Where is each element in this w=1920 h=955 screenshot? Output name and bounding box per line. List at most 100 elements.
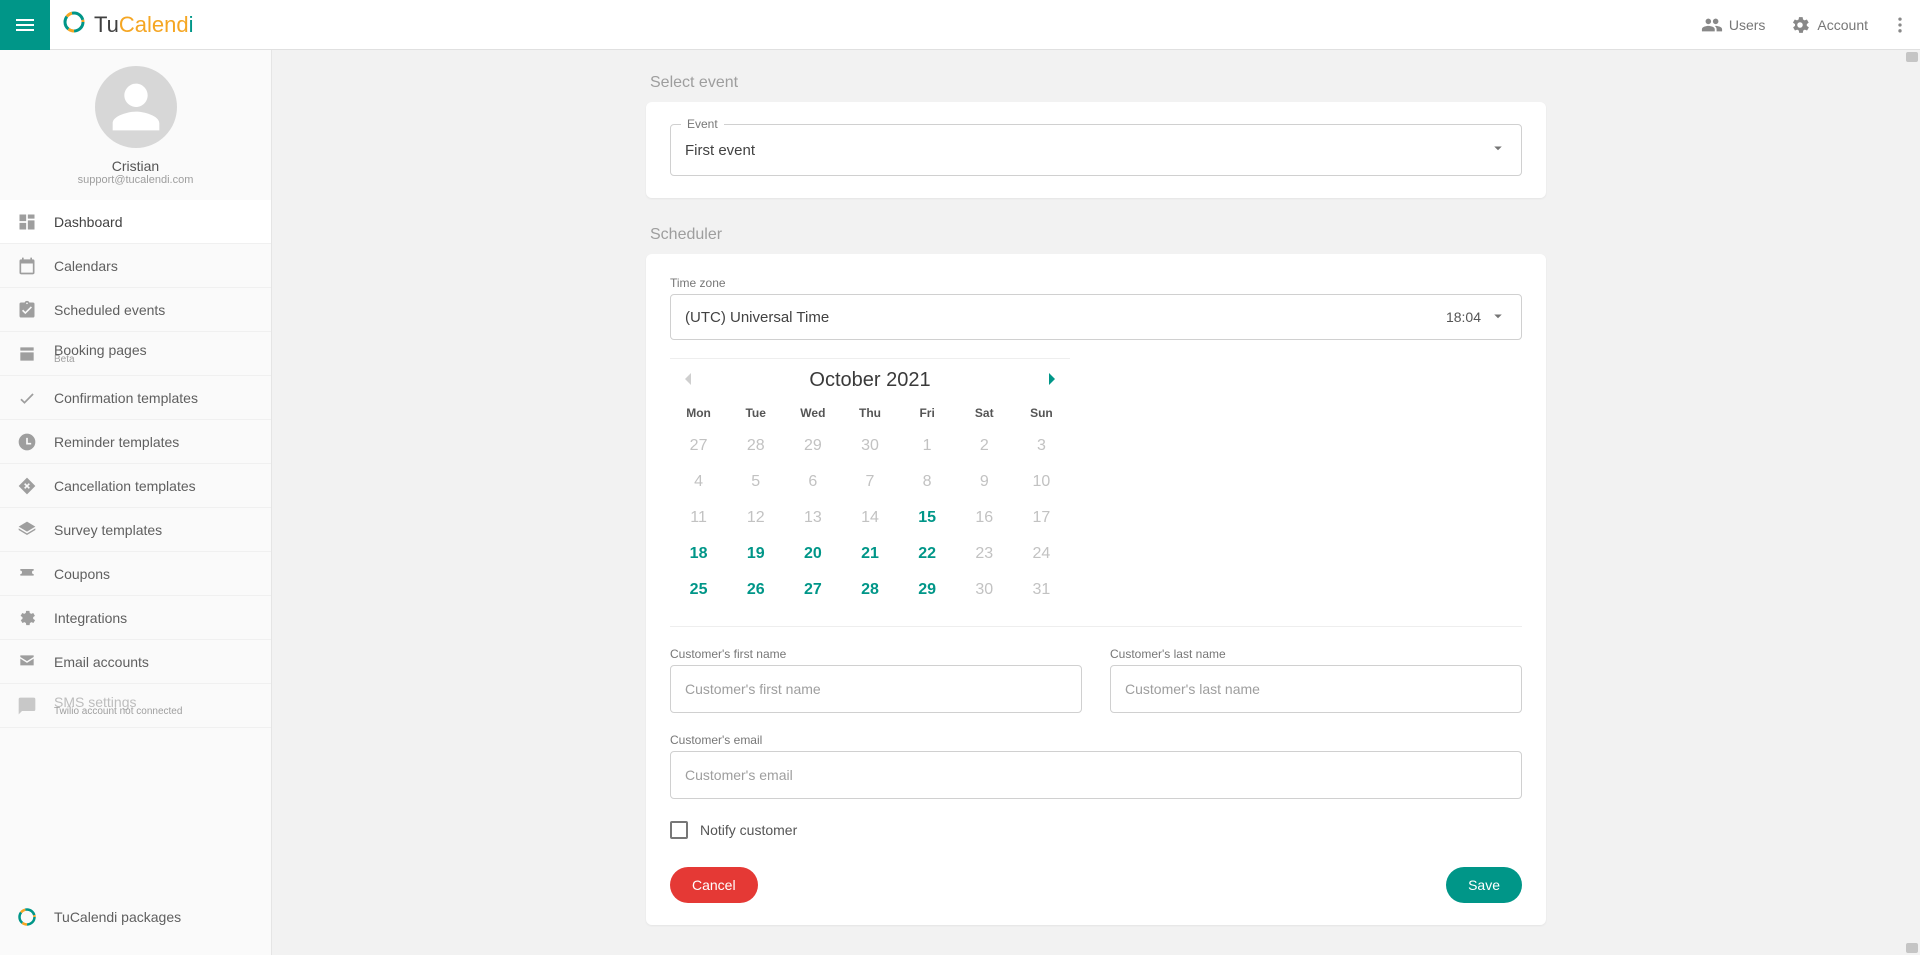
notify-customer-checkbox[interactable]: Notify customer — [670, 821, 1522, 839]
brand-logo-icon — [62, 10, 86, 40]
calendar-dow: Wed — [784, 398, 841, 428]
sidebar-item-survey-templates[interactable]: Survey templates — [0, 508, 271, 552]
calendar-day: 8 — [899, 464, 956, 500]
calendar-day: 5 — [727, 464, 784, 500]
mail-icon — [16, 652, 38, 672]
scroll-up-icon — [1906, 52, 1918, 62]
sidebar-item-label: Cancellation templates — [54, 478, 196, 494]
calendar-month-title: October 2021 — [809, 369, 930, 392]
sidebar-item-dashboard[interactable]: Dashboard — [0, 200, 271, 244]
scrollbar[interactable] — [1904, 50, 1920, 955]
calendar-header: October 2021 — [670, 358, 1070, 398]
scroll-down-icon — [1906, 943, 1918, 953]
profile-name: Cristian — [112, 158, 159, 174]
hamburger-menu-button[interactable] — [0, 0, 50, 50]
first-name-input[interactable] — [670, 665, 1082, 713]
event-select-value: First event — [685, 142, 1489, 159]
sidebar-item-label: Survey templates — [54, 522, 162, 538]
package-icon — [16, 907, 38, 927]
select-event-title: Select event — [646, 74, 1546, 92]
calendar-next-month[interactable] — [1034, 361, 1070, 397]
chevron-down-icon — [1489, 307, 1507, 328]
sidebar-item-sublabel: Beta — [54, 354, 147, 365]
calendar-day[interactable]: 26 — [727, 572, 784, 608]
sidebar-item-email-accounts[interactable]: Email accounts — [0, 640, 271, 684]
clock-icon — [16, 432, 38, 452]
calendar-day[interactable]: 19 — [727, 536, 784, 572]
last-name-label: Customer's last name — [1110, 647, 1522, 661]
timezone-value: (UTC) Universal Time — [685, 309, 1446, 326]
sidebar-item-scheduled-events[interactable]: Scheduled events — [0, 288, 271, 332]
avatar — [95, 66, 177, 148]
calendar-day[interactable]: 29 — [899, 572, 956, 608]
page-icon — [16, 344, 38, 364]
notify-customer-label: Notify customer — [700, 822, 797, 838]
sidebar-item-integrations[interactable]: Integrations — [0, 596, 271, 640]
account-button[interactable]: Account — [1777, 0, 1880, 50]
calendar-day: 28 — [727, 428, 784, 464]
calendar-dow: Thu — [841, 398, 898, 428]
last-name-input[interactable] — [1110, 665, 1522, 713]
checklist-icon — [16, 300, 38, 320]
calendar-day: 23 — [956, 536, 1013, 572]
sidebar-item-reminder-templates[interactable]: Reminder templates — [0, 420, 271, 464]
chevron-left-icon — [676, 367, 700, 391]
calendar-day[interactable]: 21 — [841, 536, 898, 572]
calendar-day: 2 — [956, 428, 1013, 464]
profile-email: support@tucalendi.com — [78, 174, 194, 186]
calendar-day[interactable]: 25 — [670, 572, 727, 608]
sidebar-item-label: Coupons — [54, 566, 110, 582]
ticket-icon — [16, 564, 38, 584]
calendar-day[interactable]: 27 — [784, 572, 841, 608]
sidebar-item-label: Scheduled events — [54, 302, 165, 318]
sidebar-item-label: Dashboard — [54, 214, 123, 230]
sidebar-item-label: Reminder templates — [54, 434, 179, 450]
brand: TuCalendi — [50, 10, 193, 40]
calendar-day[interactable]: 28 — [841, 572, 898, 608]
sidebar-item-confirmation-templates[interactable]: Confirmation templates — [0, 376, 271, 420]
sidebar-item-label: TuCalendi packages — [54, 909, 181, 925]
email-input[interactable] — [670, 751, 1522, 799]
calendar-day: 10 — [1013, 464, 1070, 500]
email-label: Customer's email — [670, 733, 1522, 747]
users-icon — [1701, 14, 1723, 36]
timezone-clock: 18:04 — [1446, 309, 1481, 325]
sidebar-item-calendars[interactable]: Calendars — [0, 244, 271, 288]
calendar-day[interactable]: 15 — [899, 500, 956, 536]
calendar-day: 29 — [784, 428, 841, 464]
chevron-down-icon — [1489, 139, 1507, 162]
person-icon — [108, 79, 164, 135]
sidebar-item-label: Integrations — [54, 610, 127, 626]
cancel-button[interactable]: Cancel — [670, 867, 758, 903]
check-icon — [16, 388, 38, 408]
sidebar-item-sms-settings[interactable]: SMS settings Twilio account not connecte… — [0, 684, 271, 728]
calendar-day: 24 — [1013, 536, 1070, 572]
dashboard-icon — [16, 212, 38, 232]
sidebar-item-coupons[interactable]: Coupons — [0, 552, 271, 596]
calendar-dow: Tue — [727, 398, 784, 428]
users-button[interactable]: Users — [1689, 0, 1778, 50]
sidebar-item-cancellation-templates[interactable]: Cancellation templates — [0, 464, 271, 508]
calendar-day: 16 — [956, 500, 1013, 536]
calendar-day: 31 — [1013, 572, 1070, 608]
calendar-prev-month[interactable] — [670, 361, 706, 397]
calendar-day: 14 — [841, 500, 898, 536]
timezone-select[interactable]: (UTC) Universal Time 18:04 — [670, 294, 1522, 340]
calendar-day: 30 — [841, 428, 898, 464]
sidebar-item-booking-pages[interactable]: Booking pages Beta — [0, 332, 271, 376]
event-select[interactable]: Event First event — [670, 124, 1522, 176]
calendar-grid: MonTueWedThuFriSatSun 272829301234567891… — [670, 398, 1070, 608]
users-label: Users — [1729, 17, 1766, 33]
calendar-day: 7 — [841, 464, 898, 500]
calendar-day[interactable]: 22 — [899, 536, 956, 572]
sidebar: Cristian support@tucalendi.com Dashboard… — [0, 50, 272, 955]
sms-icon — [16, 696, 38, 716]
sidebar-item-packages[interactable]: TuCalendi packages — [0, 895, 271, 939]
topbar: TuCalendi Users Account — [0, 0, 1920, 50]
first-name-label: Customer's first name — [670, 647, 1082, 661]
calendar-day: 11 — [670, 500, 727, 536]
calendar-day[interactable]: 18 — [670, 536, 727, 572]
calendar-day[interactable]: 20 — [784, 536, 841, 572]
more-menu-button[interactable] — [1880, 15, 1920, 35]
save-button[interactable]: Save — [1446, 867, 1522, 903]
